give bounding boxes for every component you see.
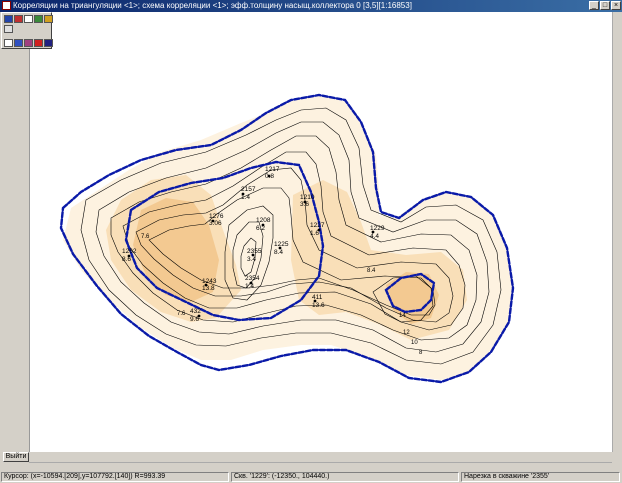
well-id: 1262: [122, 248, 137, 255]
cursor-status: Курсор: (x=-10594.[209],y=107792.[140]) …: [1, 472, 229, 482]
target-tool-icon[interactable]: [34, 39, 43, 47]
well-id: 1227: [310, 222, 325, 229]
well-value: 6.2: [256, 225, 265, 232]
tool-palette: [1, 12, 53, 49]
contour-map: 1217 0.8 2157 1.4 1210 3.6 1276 3.06 120…: [59, 93, 515, 384]
maximize-button[interactable]: □: [600, 1, 610, 10]
vertical-scrollbar[interactable]: [612, 12, 622, 452]
pen-tool-icon[interactable]: [14, 15, 23, 23]
zoom-tool-icon[interactable]: [44, 15, 53, 23]
well-id: 1217: [265, 166, 280, 173]
select-tool-icon[interactable]: [4, 15, 13, 23]
well-value: 8.6: [122, 256, 131, 263]
app-icon: [2, 1, 11, 10]
contour-label: 10: [411, 340, 418, 346]
exit-button[interactable]: Выйти: [3, 452, 29, 462]
well-id: 2157: [241, 186, 256, 193]
well-id: 1276: [209, 213, 224, 220]
well-id: 1243: [202, 278, 217, 285]
minimize-button[interactable]: _: [589, 1, 599, 10]
well-id: 1229: [370, 225, 385, 232]
well-value: 1.6: [310, 230, 319, 237]
contour-label: 7.6: [141, 234, 150, 240]
well-id: 1210: [300, 194, 315, 201]
print-tool-icon[interactable]: [44, 39, 53, 47]
well-value: 8.4: [274, 249, 283, 256]
well-tool-icon[interactable]: [4, 25, 13, 33]
well-id: 411: [312, 294, 323, 301]
map-canvas[interactable]: 1217 0.8 2157 1.4 1210 3.6 1276 3.06 120…: [29, 12, 613, 452]
well-id: 1208: [256, 217, 271, 224]
well-value: 3.6: [300, 201, 309, 208]
checkbox-tool-icon[interactable]: [4, 39, 13, 47]
contour-label: 8.4: [367, 268, 376, 274]
well-id: 2354: [245, 275, 260, 282]
window-title: Корреляции на триангуляции <1>; схема ко…: [13, 1, 412, 10]
well-value: 4.4: [370, 233, 379, 240]
well-id: 1225: [274, 241, 289, 248]
close-button[interactable]: ×: [611, 1, 621, 10]
well-value: 0.8: [265, 173, 274, 180]
well-value: 9.6: [190, 316, 199, 323]
palette-tool-icon[interactable]: [24, 39, 33, 47]
well-status: Скв. '1229': (-12350., 104440.): [231, 472, 459, 482]
title-bar: Корреляции на триангуляции <1>; схема ко…: [0, 0, 622, 12]
horizontal-scrollbar[interactable]: [29, 462, 612, 471]
contour-label: 14: [399, 313, 406, 319]
well-value: 3.06: [209, 220, 222, 227]
contour-label: 7.6: [177, 311, 186, 317]
table-tool-icon[interactable]: [14, 39, 23, 47]
well-value: 13.6: [312, 302, 325, 309]
grid-tool-icon[interactable]: [24, 15, 33, 23]
well-value: 1.4: [241, 194, 250, 201]
cut-status: Нарезка в скважине '2355': [461, 472, 620, 482]
well-id: 432: [190, 308, 201, 315]
layer-tool-icon[interactable]: [34, 15, 43, 23]
well-value: 3.4: [247, 256, 256, 263]
well-id: 2355: [247, 248, 262, 255]
well-value: 1.4: [245, 283, 254, 290]
well-value: 13.8: [202, 285, 215, 292]
status-bar: Курсор: (x=-10594.[209],y=107792.[140]) …: [0, 471, 622, 483]
contour-label: 12: [403, 330, 410, 336]
